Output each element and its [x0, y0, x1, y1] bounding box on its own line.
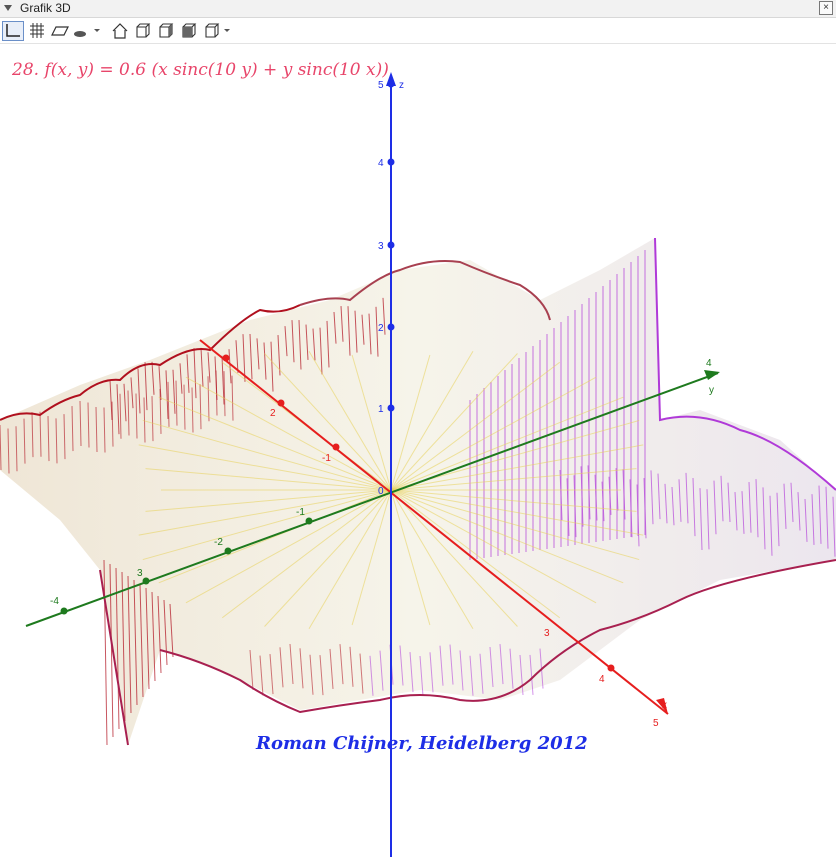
y-axis-tick-label: 4 — [706, 358, 712, 369]
grid-toggle-button[interactable] — [27, 21, 47, 41]
view-top-button[interactable] — [179, 21, 199, 41]
view-front-icon — [136, 23, 151, 38]
z-axis-tick-label: 5 — [378, 80, 384, 91]
z-axis-tick-label: 2 — [378, 323, 384, 334]
x-axis-tick-label: 4 — [599, 674, 605, 685]
z-axis-tick-label: 4 — [378, 158, 384, 169]
z-axis-tick — [387, 158, 395, 166]
view-perspective-icon — [205, 23, 230, 38]
view-front-button[interactable] — [133, 21, 153, 41]
x-axis-tick — [607, 664, 615, 672]
y-axis-arrow — [704, 370, 720, 380]
z-axis-name: z — [399, 80, 404, 91]
view-perspective-dropdown-button[interactable] — [202, 21, 234, 41]
x-axis-tick — [332, 443, 340, 451]
author-credit: Roman Chijner, Heidelberg 2012 — [256, 733, 588, 754]
view-title: Grafik 3D — [20, 1, 71, 15]
grid-icon — [30, 23, 44, 38]
x-axis-tick-label: -1 — [322, 453, 331, 464]
x-axis-tick-label: 2 — [270, 408, 276, 419]
x-axis-tick — [277, 399, 285, 407]
axes-icon — [2, 21, 24, 41]
y-axis-tick — [305, 517, 313, 525]
clipping-icon — [74, 29, 100, 37]
y-axis-tick-label: -1 — [296, 507, 305, 518]
x-axis-tick-label: 5 — [653, 718, 659, 729]
y-axis-tick-label: -4 — [50, 596, 59, 607]
plane-toggle-button[interactable] — [50, 21, 70, 41]
view-titlebar: Grafik 3D × — [0, 0, 836, 18]
x-axis-tick — [222, 354, 230, 362]
home-view-button[interactable] — [110, 21, 130, 41]
z-axis-tick — [387, 80, 395, 88]
view-side-button[interactable] — [156, 21, 176, 41]
x-axis-name: x — [662, 700, 667, 711]
surface-plot — [0, 237, 836, 746]
y-axis-tick — [224, 547, 232, 555]
z-axis-tick-label: 0 — [378, 486, 384, 497]
z-axis-tick — [387, 241, 395, 249]
y-axis-tick-label: -2 — [214, 537, 223, 548]
close-view-button[interactable]: × — [819, 1, 833, 15]
y-axis-tick — [142, 577, 150, 585]
x-axis-tick-label: 3 — [544, 628, 550, 639]
y-axis-tick-label: 3 — [137, 568, 143, 579]
home-icon — [112, 23, 128, 39]
y-axis-name: y — [709, 385, 714, 396]
y-axis-tick — [60, 607, 68, 615]
clipping-dropdown-button[interactable] — [72, 21, 102, 41]
collapse-triangle-icon[interactable] — [4, 5, 12, 11]
z-axis-tick — [387, 323, 395, 331]
z-axis-tick-label: 1 — [378, 404, 384, 415]
axes-toggle-button[interactable] — [2, 21, 24, 41]
z-axis-tick-label: 3 — [378, 241, 384, 252]
style-toolbar — [0, 18, 836, 44]
z-axis-tick — [387, 404, 395, 412]
view-side-icon — [159, 23, 174, 38]
plane-icon — [51, 26, 69, 36]
view-top-icon — [182, 23, 197, 38]
surface-fill — [0, 238, 836, 745]
